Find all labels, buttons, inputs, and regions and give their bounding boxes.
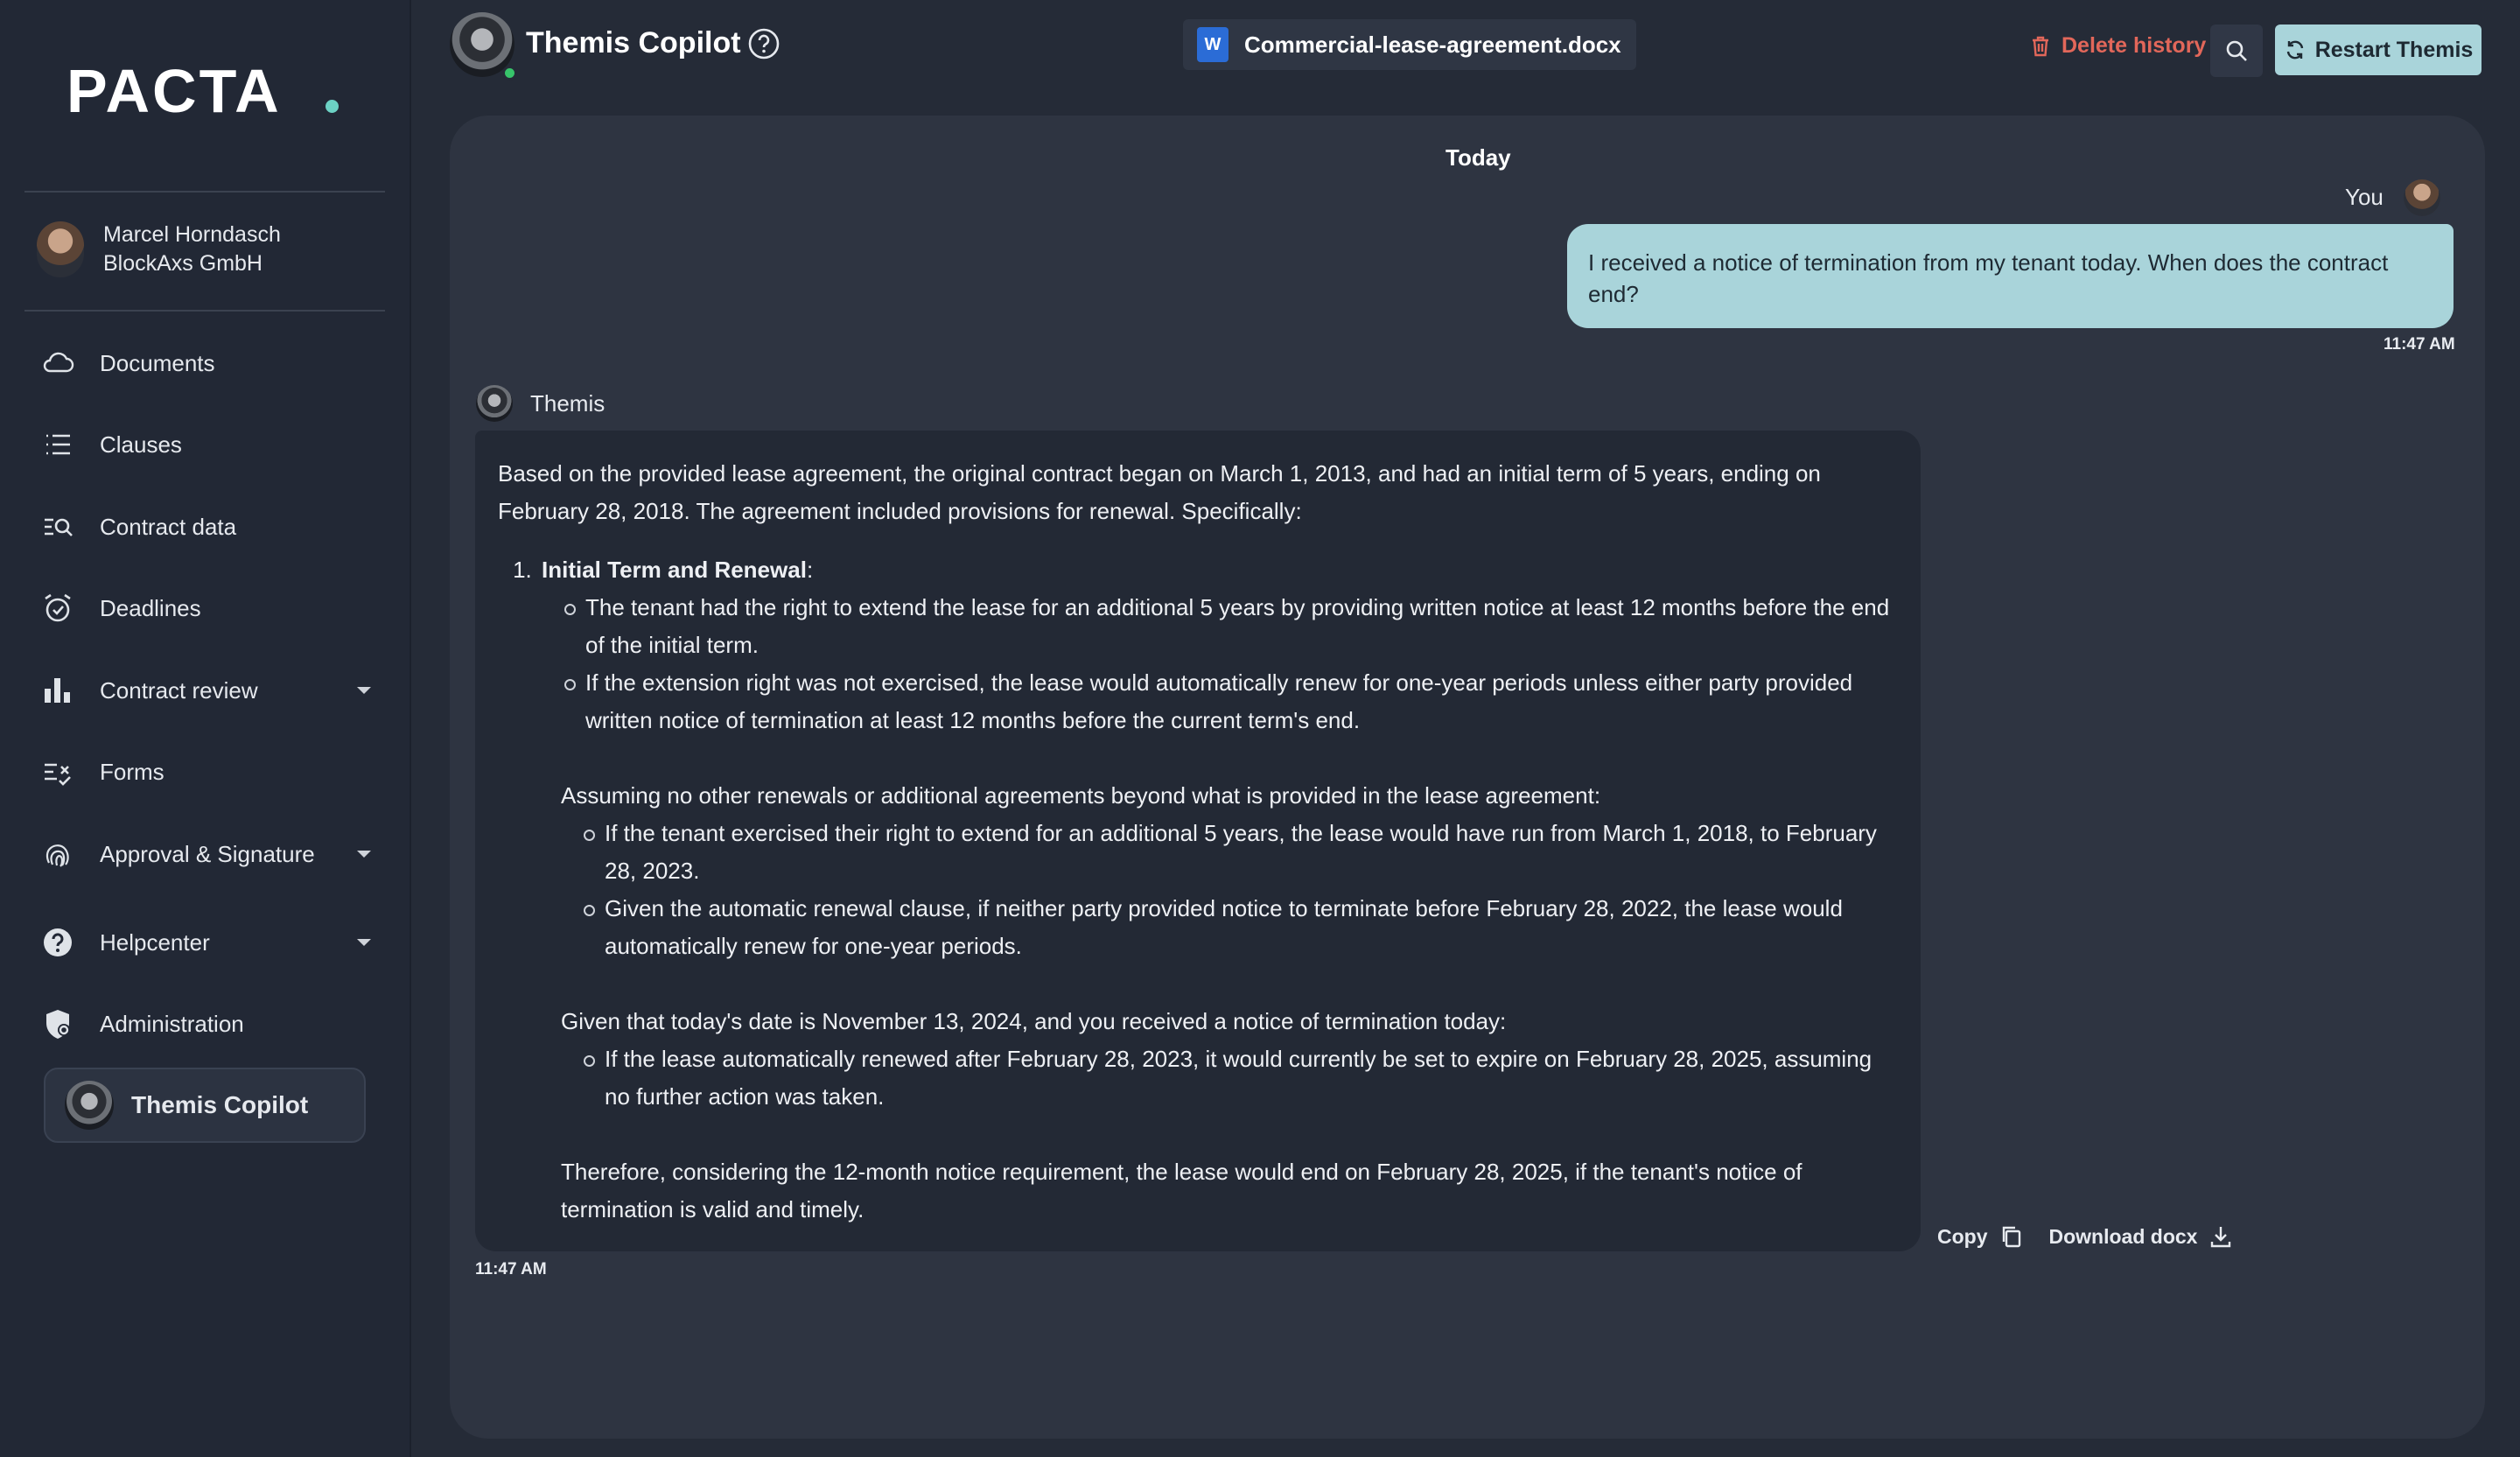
list-item: If the tenant exercised their right to e… xyxy=(584,815,1898,890)
delete-history-label: Delete history xyxy=(2062,33,2207,58)
user-sender-label: You xyxy=(2345,184,2384,210)
list-item: Given the automatic renewal clause, if n… xyxy=(584,890,1898,965)
search-button[interactable] xyxy=(2210,25,2263,77)
search-list-icon xyxy=(38,508,77,546)
document-chip[interactable]: W Commercial-lease-agreement.docx xyxy=(1183,19,1636,70)
form-check-icon xyxy=(38,753,77,791)
copy-label: Copy xyxy=(1937,1224,1988,1248)
avatar xyxy=(37,221,84,277)
cloud-icon xyxy=(38,344,77,382)
user-profile[interactable]: Marcel Horndasch BlockAxs GmbH xyxy=(37,221,281,278)
pacta-logo[interactable]: PACTA xyxy=(66,56,282,126)
page-title: Themis Copilot xyxy=(526,26,741,60)
conclusion-block: Therefore, considering the 12-month noti… xyxy=(498,1153,1898,1229)
sidebar-item-helpcenter[interactable]: Helpcenter xyxy=(38,916,371,969)
date-separator: Today xyxy=(1446,144,1511,171)
user-message-timestamp: 11:47 AM xyxy=(2384,335,2455,354)
sidebar-item-themis-copilot[interactable]: Themis Copilot xyxy=(44,1068,366,1143)
sidebar-item-administration[interactable]: Administration xyxy=(38,998,371,1050)
avatar xyxy=(2404,179,2440,216)
chevron-down-icon[interactable] xyxy=(357,851,371,858)
sidebar-item-contract-data[interactable]: Contract data xyxy=(38,501,371,553)
bot-ordered-list: Initial Term and Renewal: The tenant had… xyxy=(498,551,1898,739)
list-icon xyxy=(38,425,77,464)
bar-chart-icon xyxy=(38,671,77,710)
logo-dot xyxy=(326,100,339,113)
bot-sender-label: Themis xyxy=(530,389,606,417)
sidebar-item-contract-review[interactable]: Contract review xyxy=(38,664,371,717)
document-name: Commercial-lease-agreement.docx xyxy=(1244,31,1621,58)
list-item: Initial Term and Renewal: The tenant had… xyxy=(538,551,1898,739)
sidebar-item-label: Themis Copilot xyxy=(131,1091,309,1118)
themis-avatar xyxy=(476,385,513,422)
sidebar-item-clauses[interactable]: Clauses xyxy=(38,418,371,471)
sidebar-item-label: Deadlines xyxy=(100,594,201,621)
user-company: BlockAxs GmbH xyxy=(103,251,262,276)
chevron-down-icon[interactable] xyxy=(357,939,371,946)
download-docx-button[interactable]: Download docx xyxy=(2049,1223,2235,1250)
download-icon xyxy=(2211,1227,2231,1248)
assumption-block: Assuming no other renewals or additional… xyxy=(498,777,1898,965)
alarm-clock-icon xyxy=(38,589,77,627)
sidebar-item-label: Forms xyxy=(100,758,164,785)
user-message-bubble: I received a notice of termination from … xyxy=(1567,224,2454,328)
restart-label: Restart Themis xyxy=(2314,37,2474,62)
sidebar-divider xyxy=(24,191,385,193)
bot-message-timestamp: 11:47 AM xyxy=(475,1260,547,1278)
bot-message-bubble: Based on the provided lease agreement, t… xyxy=(475,431,1921,1251)
user-name: Marcel Horndasch xyxy=(103,222,281,247)
bullet-list: The tenant had the right to extend the l… xyxy=(542,589,1898,739)
sidebar: PACTA Marcel Horndasch BlockAxs GmbH Doc… xyxy=(0,0,411,1457)
download-label: Download docx xyxy=(2048,1224,2198,1248)
trash-icon xyxy=(2033,36,2048,56)
chevron-down-icon[interactable] xyxy=(357,687,371,694)
bullet-list: If the tenant exercised their right to e… xyxy=(561,815,1898,965)
copy-icon xyxy=(2002,1226,2020,1248)
sidebar-item-label: Documents xyxy=(100,349,215,376)
sidebar-item-label: Contract review xyxy=(100,676,258,704)
section-title-suffix: : xyxy=(806,557,814,583)
sidebar-item-label: Helpcenter xyxy=(100,928,210,956)
bullet-list: If the lease automatically renewed after… xyxy=(561,1040,1898,1116)
search-icon xyxy=(2226,40,2247,61)
user-info: Marcel Horndasch BlockAxs GmbH xyxy=(103,221,281,278)
sidebar-item-label: Contract data xyxy=(100,513,237,540)
help-icon[interactable] xyxy=(747,27,780,60)
themis-avatar xyxy=(65,1081,114,1130)
sidebar-item-deadlines[interactable]: Deadlines xyxy=(38,582,371,634)
sidebar-item-label: Clauses xyxy=(100,431,182,458)
shield-gear-icon xyxy=(38,1005,77,1043)
fingerprint-icon xyxy=(38,835,77,873)
given-text: Given that today's date is November 13, … xyxy=(561,1008,1507,1034)
list-item: If the extension right was not exercised… xyxy=(564,664,1898,739)
assumption-text: Assuming no other renewals or additional… xyxy=(561,782,1601,809)
refresh-icon xyxy=(2286,40,2303,60)
sidebar-item-forms[interactable]: Forms xyxy=(38,746,371,798)
sidebar-item-documents[interactable]: Documents xyxy=(38,337,371,389)
delete-history-button[interactable]: Delete history xyxy=(2028,33,2206,59)
copy-button[interactable]: Copy xyxy=(1937,1223,2025,1250)
sidebar-divider xyxy=(24,310,385,312)
given-block: Given that today's date is November 13, … xyxy=(498,1003,1898,1116)
restart-themis-button[interactable]: Restart Themis xyxy=(2275,25,2482,75)
message-actions: Copy Download docx xyxy=(1937,1223,2258,1250)
sidebar-item-approval-signature[interactable]: Approval & Signature xyxy=(38,828,371,880)
bot-intro-text: Based on the provided lease agreement, t… xyxy=(498,460,1821,524)
list-item: If the lease automatically renewed after… xyxy=(584,1040,1898,1116)
bot-sender-header: Themis xyxy=(476,385,605,422)
conclusion-text: Therefore, considering the 12-month noti… xyxy=(561,1159,1802,1222)
list-item: The tenant had the right to extend the l… xyxy=(564,589,1898,664)
section-title: Initial Term and Renewal xyxy=(542,557,807,583)
sidebar-item-label: Administration xyxy=(100,1010,244,1037)
word-file-icon: W xyxy=(1197,27,1228,62)
online-status-dot xyxy=(502,66,517,81)
sidebar-item-label: Approval & Signature xyxy=(100,840,315,867)
help-circle-icon xyxy=(38,923,77,962)
